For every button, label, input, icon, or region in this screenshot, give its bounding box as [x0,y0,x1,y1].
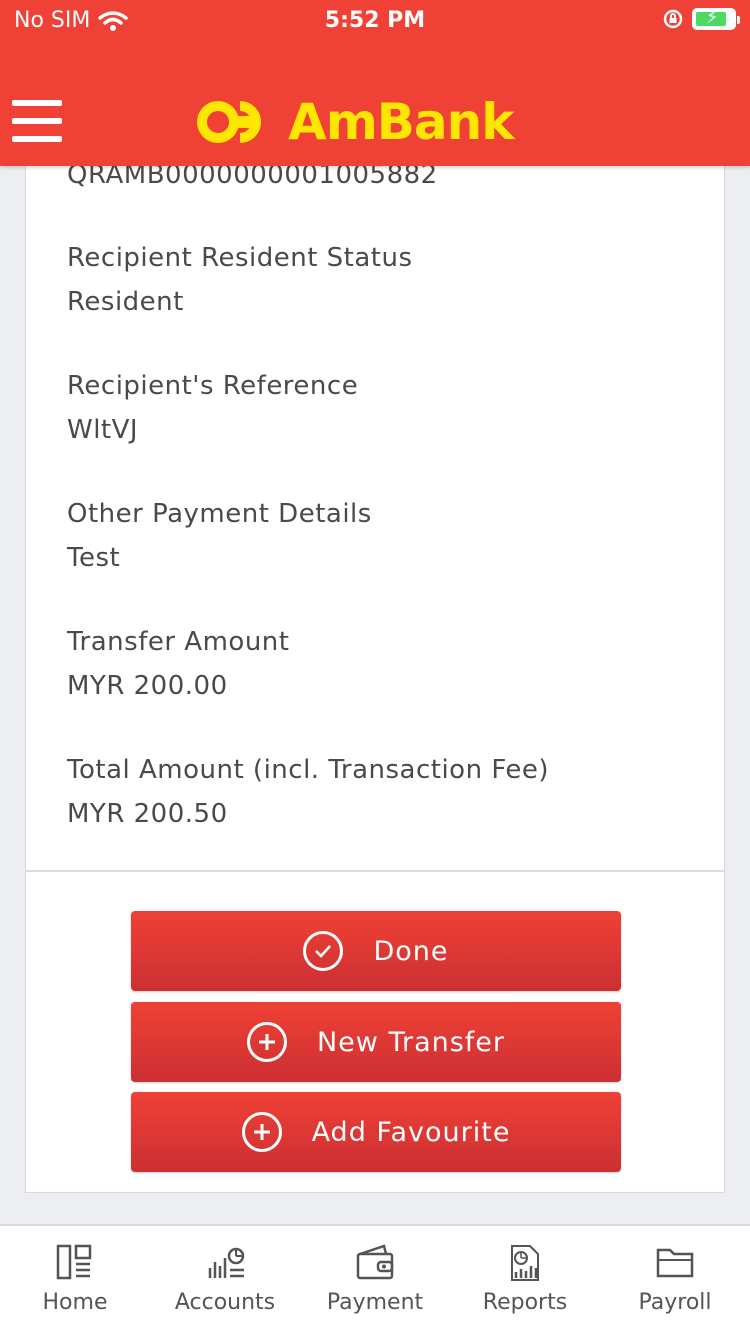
tab-payroll[interactable]: Payroll [600,1226,750,1334]
detail-value: MYR 200.00 [67,671,228,701]
tab-label: Payroll [638,1290,712,1315]
detail-value: Test [67,543,121,573]
tab-payment[interactable]: Payment [300,1226,450,1334]
tab-reports[interactable]: Reports [450,1226,600,1334]
status-right: ⚡ [662,7,740,30]
detail-value: MYR 200.50 [67,799,228,829]
wallet-icon [356,1244,394,1280]
detail-value: Resident [67,287,184,317]
ambank-logo-mark-icon [197,101,261,143]
detail-label: Recipient Resident Status [67,243,413,273]
detail-label: Transfer Amount [67,627,290,657]
detail-recipient-reference: Recipient's Reference WltVJ [67,364,358,452]
tab-label: Reports [482,1290,568,1315]
detail-label: Total Amount (incl. Transaction Fee) [67,755,549,785]
detail-label: Other Payment Details [67,499,372,529]
section-divider [26,870,724,872]
detail-total-amount: Total Amount (incl. Transaction Fee) MYR… [67,748,549,836]
ambank-logo: AmBank [196,93,514,151]
bottom-tab-bar: Home Accounts Payment Reports Payroll [0,1224,750,1334]
detail-other-payment: Other Payment Details Test [67,492,372,580]
tab-label: Payment [326,1290,424,1315]
home-icon [56,1244,92,1280]
rotation-lock-icon [663,9,683,29]
brand-name: AmBank [288,93,514,151]
battery-icon: ⚡ [692,7,740,30]
transfer-details-card: QRAMB0000000001005882 Recipient Resident… [25,140,725,1193]
detail-label: Recipient's Reference [67,371,359,401]
done-button[interactable]: Done [131,911,621,991]
detail-transfer-amount: Transfer Amount MYR 200.00 [67,620,289,708]
detail-value: WltVJ [67,415,139,445]
status-bar: No SIM 5:52 PM ⚡ [0,0,750,42]
folder-icon [656,1248,694,1278]
reports-icon [511,1245,539,1281]
tab-label: Accounts [174,1290,276,1315]
add-favourite-label: Add Favourite [311,1116,511,1148]
accounts-icon [208,1247,245,1278]
detail-resident-status: Recipient Resident Status Resident [67,236,413,324]
new-transfer-button[interactable]: New Transfer [131,1002,621,1082]
clock: 5:52 PM [324,8,426,33]
new-transfer-label: New Transfer [316,1026,506,1058]
done-label: Done [373,935,449,967]
check-circle-icon [303,931,344,971]
tab-home[interactable]: Home [0,1226,150,1334]
tab-label: Home [42,1290,108,1315]
app-header: No SIM 5:52 PM ⚡ AmBank [0,0,750,166]
add-favourite-button[interactable]: Add Favourite [131,1092,621,1172]
plus-circle-icon [241,1112,282,1152]
plus-circle-icon [246,1022,287,1062]
menu-button[interactable] [12,100,62,142]
tab-accounts[interactable]: Accounts [150,1226,300,1334]
